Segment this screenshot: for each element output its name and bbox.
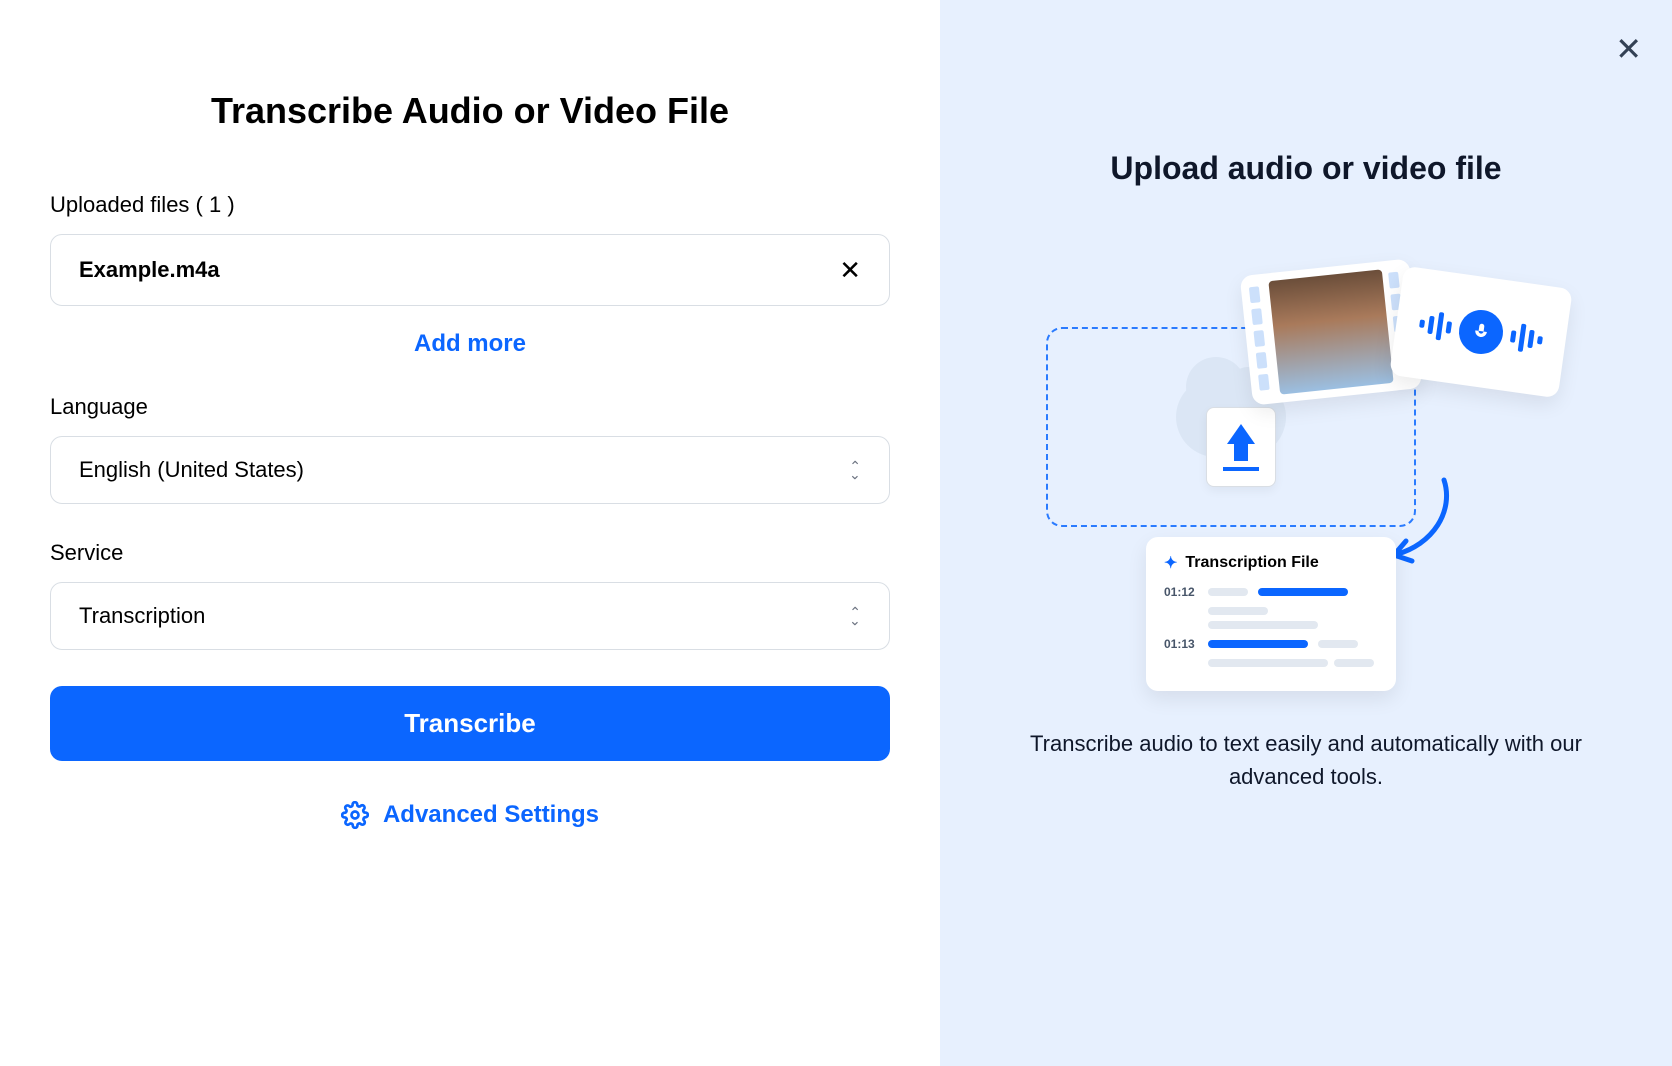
transcription-file-label: Transcription File xyxy=(1185,554,1318,572)
language-value: English (United States) xyxy=(79,457,304,483)
page-title: Transcribe Audio or Video File xyxy=(50,90,890,132)
info-title: Upload audio or video file xyxy=(1110,150,1501,187)
uploaded-file-row: Example.m4a ✕ xyxy=(50,234,890,306)
illustration: ✦ Transcription File 01:12 01:13 xyxy=(1046,247,1566,667)
file-name: Example.m4a xyxy=(79,257,220,283)
gear-icon xyxy=(341,801,369,829)
close-icon[interactable]: ✕ xyxy=(1615,30,1642,68)
language-label: Language xyxy=(50,394,890,420)
advanced-settings-button[interactable]: Advanced Settings xyxy=(50,801,890,829)
transcribe-button[interactable]: Transcribe xyxy=(50,686,890,761)
language-select[interactable]: English (United States) ⌃⌃ xyxy=(50,436,890,504)
audio-card-icon xyxy=(1389,266,1573,399)
timestamp-2: 01:13 xyxy=(1164,637,1198,651)
sparkle-icon: ✦ xyxy=(1164,553,1177,573)
arrow-icon xyxy=(1384,475,1464,575)
uploaded-files-label-text: Uploaded files xyxy=(50,192,189,217)
info-description: Transcribe audio to text easily and auto… xyxy=(1026,727,1586,793)
microphone-icon xyxy=(1456,307,1506,357)
chevrons-icon: ⌃⌃ xyxy=(849,463,861,477)
transcription-card-icon: ✦ Transcription File 01:12 01:13 xyxy=(1146,537,1396,691)
add-more-button[interactable]: Add more xyxy=(50,330,890,358)
service-label: Service xyxy=(50,540,890,566)
remove-file-icon[interactable]: ✕ xyxy=(839,257,861,283)
timestamp-1: 01:12 xyxy=(1164,585,1198,599)
info-panel: ✕ Upload audio or video file ✦ xyxy=(940,0,1672,1066)
service-value: Transcription xyxy=(79,603,205,629)
service-select[interactable]: Transcription ⌃⌃ xyxy=(50,582,890,650)
form-panel: Transcribe Audio or Video File Uploaded … xyxy=(0,0,940,1066)
upload-card-icon xyxy=(1206,407,1276,487)
advanced-settings-label: Advanced Settings xyxy=(383,801,599,829)
uploaded-files-label: Uploaded files ( 1 ) xyxy=(50,192,890,218)
uploaded-files-count: 1 xyxy=(209,192,221,217)
chevrons-icon: ⌃⌃ xyxy=(849,609,861,623)
